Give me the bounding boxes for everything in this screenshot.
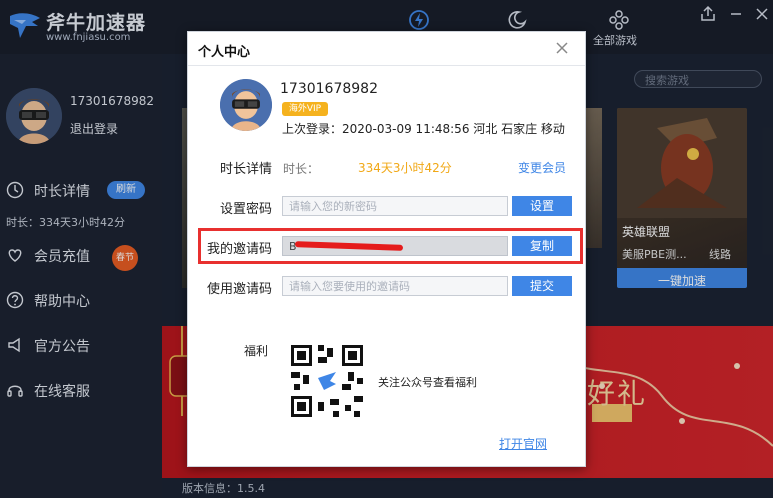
personal-center-dialog: 个人中心 17301678982 海外VIP 上次登录：2020-03-09 1… xyxy=(187,31,586,467)
use-invite-label: 使用邀请码 xyxy=(206,282,272,297)
vip-badge: 海外VIP xyxy=(282,102,328,116)
qr-code xyxy=(288,342,366,420)
copy-button[interactable]: 复制 xyxy=(512,236,572,256)
invite-code-label: 我的邀请码 xyxy=(206,242,272,257)
invite-code-field: B xyxy=(282,236,508,256)
close-icon[interactable] xyxy=(554,40,570,56)
avatar xyxy=(220,79,272,131)
new-password-input[interactable] xyxy=(283,197,507,215)
password-label: 设置密码 xyxy=(219,202,272,217)
user-phone: 17301678982 xyxy=(280,81,378,97)
change-member-link[interactable]: 变更会员 xyxy=(518,159,566,176)
duration-label: 时长详情 xyxy=(219,162,272,177)
duration-prefix: 时长： xyxy=(283,162,320,176)
dialog-header: 个人中心 xyxy=(188,32,585,66)
new-password-field[interactable] xyxy=(282,196,508,216)
last-login-info: 上次登录：2020-03-09 11:48:56 河北 石家庄 移动 xyxy=(282,122,565,136)
duration-value: 334天3小时42分 xyxy=(358,161,452,175)
use-invite-field[interactable] xyxy=(282,276,508,296)
use-invite-input[interactable] xyxy=(283,277,507,295)
submit-button[interactable]: 提交 xyxy=(512,276,572,296)
qr-caption: 关注公众号查看福利 xyxy=(378,376,477,389)
redaction-mark xyxy=(294,241,404,251)
set-password-button[interactable]: 设置 xyxy=(512,196,572,216)
dialog-title: 个人中心 xyxy=(198,45,251,60)
open-official-site-link[interactable]: 打开官网 xyxy=(499,435,547,452)
welfare-label: 福利 xyxy=(244,344,269,358)
avatar-image xyxy=(220,79,272,131)
